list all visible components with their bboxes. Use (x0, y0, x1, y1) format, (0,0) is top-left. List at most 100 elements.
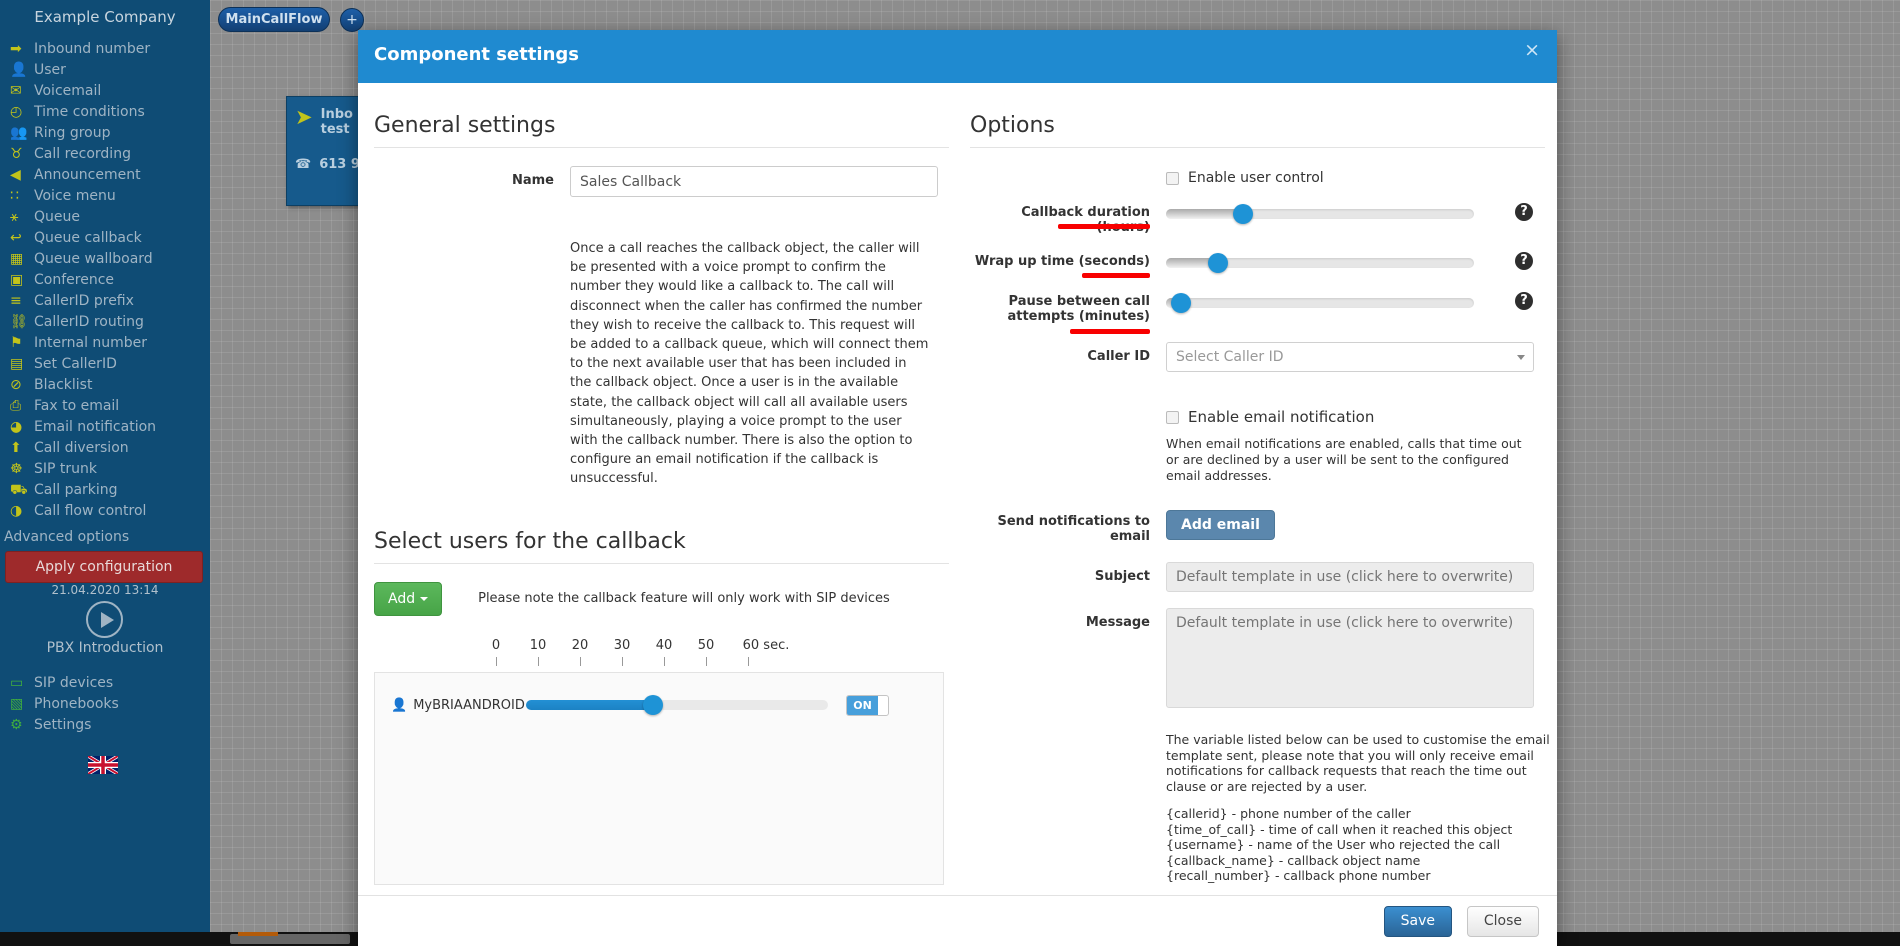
message-row: Message (970, 608, 1545, 712)
sidebar-item-queue-callback[interactable]: ↩ Queue callback (0, 227, 210, 248)
subject-row: Subject (970, 562, 1545, 592)
enable-email-row[interactable]: Enable email notification (1166, 408, 1545, 426)
sidebar-item-internal-number[interactable]: ⚑ Internal number (0, 332, 210, 353)
caller-id-select[interactable]: Select Caller ID (1166, 342, 1534, 372)
monitor-icon: ▭ (10, 674, 24, 691)
scale-tick-label: 30 (613, 637, 631, 653)
variables-intro: The variable listed below can be used to… (1166, 732, 1550, 794)
enable-user-control-label: Enable user control (1188, 170, 1324, 186)
sidebar-item-label: Call parking (34, 481, 118, 498)
name-label: Name (511, 173, 554, 188)
sidebar-item-blacklist[interactable]: ⊘ Blacklist (0, 374, 210, 395)
sidebar-item-label: Conference (34, 271, 115, 288)
message-label: Message (1085, 615, 1150, 630)
help-icon[interactable]: ? (1515, 252, 1533, 270)
cancel-button[interactable]: Close (1466, 906, 1539, 937)
save-button[interactable]: Save (1383, 906, 1452, 937)
options-sliders: Callback duration (hours)? Wrap up time (… (970, 202, 1545, 334)
arrow-right-icon: ➤ (295, 105, 313, 129)
sidebar-item-callerid-routing[interactable]: ⛓ CallerID routing (0, 311, 210, 332)
enable-user-control-row[interactable]: Enable user control (1166, 170, 1545, 186)
subject-input[interactable] (1166, 562, 1534, 592)
add-email-button[interactable]: Add email (1166, 510, 1275, 540)
sidebar-item-label: Call recording (34, 145, 131, 162)
template-variable: {time_of_call} - time of call when it re… (1166, 821, 1513, 837)
template-variable: {username} - name of the User who reject… (1166, 837, 1501, 852)
name-input[interactable] (570, 166, 938, 197)
sidebar-item-call-recording[interactable]: ♉ Call recording (0, 143, 210, 164)
sidebar-item-label: Phonebooks (34, 695, 119, 712)
sidebar-item-callerid-prefix[interactable]: ≡ CallerID prefix (0, 290, 210, 311)
sidebar-item-label: Set CallerID (34, 355, 117, 372)
sidebar-item-conference[interactable]: ▣ Conference (0, 269, 210, 290)
sidebar-item-label: SIP trunk (34, 460, 98, 477)
slider-track[interactable] (1166, 253, 1474, 273)
book-icon: ▧ (10, 695, 24, 712)
enable-email-notification-checkbox[interactable] (1166, 410, 1179, 424)
user-enabled-toggle[interactable]: ON (846, 694, 889, 716)
sidebar-item-time-conditions[interactable]: ◴ Time conditions (0, 101, 210, 122)
dialog-footer: Save Close (358, 895, 1557, 946)
sidebar-item-announcement[interactable]: ◀ Announcement (0, 164, 210, 185)
variables-list: {callerid} - phone number of the caller{… (1166, 806, 1570, 884)
sidebar-item-call-parking[interactable]: ⛟ Call parking (0, 479, 210, 500)
sidebar-item-fax-to-email[interactable]: ⎙ Fax to email (0, 395, 210, 416)
play-video-button[interactable] (86, 601, 123, 638)
list-icon: ≡ (10, 292, 22, 309)
scale-tick-label: 40 (655, 637, 673, 653)
user-delay-slider-knob[interactable] (642, 695, 663, 716)
message-textarea[interactable] (1166, 608, 1534, 708)
sidebar-item-label: Call flow control (34, 502, 147, 519)
sidebar-item-label: Announcement (34, 166, 141, 183)
sidebar-item-label: Fax to email (34, 397, 120, 414)
user-delay-slider[interactable] (526, 695, 828, 716)
apply-configuration-button[interactable]: Apply configuration (5, 551, 203, 583)
sidebar-item-set-callerid[interactable]: ▤ Set CallerID (0, 353, 210, 374)
toggle-icon: ◑ (10, 502, 23, 519)
user-name-cell: 👤 MyBRIAANDROID (391, 698, 526, 713)
help-icon[interactable]: ? (1515, 203, 1533, 221)
play-icon (101, 612, 114, 628)
slider-track[interactable] (1166, 293, 1474, 313)
pbx-introduction-label[interactable]: PBX Introduction (0, 640, 210, 656)
sidebar-item-sip-devices[interactable]: ▭ SIP devices (0, 672, 210, 693)
scale-tick-mark (496, 656, 497, 666)
help-icon[interactable]: ? (1515, 292, 1533, 310)
sidebar-item-inbound-number[interactable]: ➡ Inbound number (0, 38, 210, 59)
sidebar-item-voice-menu[interactable]: ∷ Voice menu (0, 185, 210, 206)
send-notifications-row: Send notifications to email Add email (970, 510, 1545, 544)
sidebar-item-queue-wallboard[interactable]: ▦ Queue wallboard (0, 248, 210, 269)
sidebar-item-call-diversion[interactable]: ⬆ Call diversion (0, 437, 210, 458)
add-callflow-button[interactable]: + (340, 8, 364, 32)
template-variable: {recall_number} - callback phone number (1166, 868, 1431, 883)
sidebar-item-settings[interactable]: ⚙ Settings (0, 714, 210, 735)
sidebar-item-email-notification[interactable]: ◕ Email notification (0, 416, 210, 437)
sidebar-item-label: User (34, 61, 66, 78)
close-icon[interactable]: × (1524, 41, 1540, 60)
slider-knob[interactable] (1171, 293, 1192, 313)
cart-icon: ⛟ (10, 481, 28, 498)
slider-label: Callback duration (hours) (1021, 205, 1150, 235)
bell-icon: ◕ (10, 418, 23, 435)
apply-timestamp: 21.04.2020 13:14 (51, 583, 159, 597)
sidebar-item-phonebooks[interactable]: ▧ Phonebooks (0, 693, 210, 714)
mainflow-tab[interactable]: MainCallFlow (218, 7, 330, 32)
language-flag-icon[interactable] (87, 754, 119, 776)
scale-tick-mark (622, 656, 623, 666)
sidebar-item-queue[interactable]: ⚹ Queue (0, 206, 210, 227)
general-settings-heading: General settings (374, 113, 949, 148)
enable-user-control-checkbox[interactable] (1166, 171, 1179, 185)
sidebar-item-user[interactable]: 👤 User (0, 59, 210, 80)
sidebar-item-ring-group[interactable]: 👥 Ring group (0, 122, 210, 143)
select-users-heading: Select users for the callback (374, 529, 949, 564)
sidebar-item-label: Queue callback (34, 229, 142, 246)
sidebar-item-voicemail[interactable]: ✉ Voicemail (0, 80, 210, 101)
slider-track[interactable] (1166, 204, 1474, 224)
sidebar-item-call-flow-control[interactable]: ◑ Call flow control (0, 500, 210, 521)
slider-knob[interactable] (1233, 204, 1253, 224)
add-user-button[interactable]: Add (374, 581, 443, 616)
sidebar-item-advanced-options[interactable]: Advanced options (0, 521, 210, 545)
slider-label-wrap: Wrap up time (seconds) (970, 251, 1166, 278)
sidebar-item-sip-trunk[interactable]: ☸ SIP trunk (0, 458, 210, 479)
slider-knob[interactable] (1208, 253, 1229, 273)
